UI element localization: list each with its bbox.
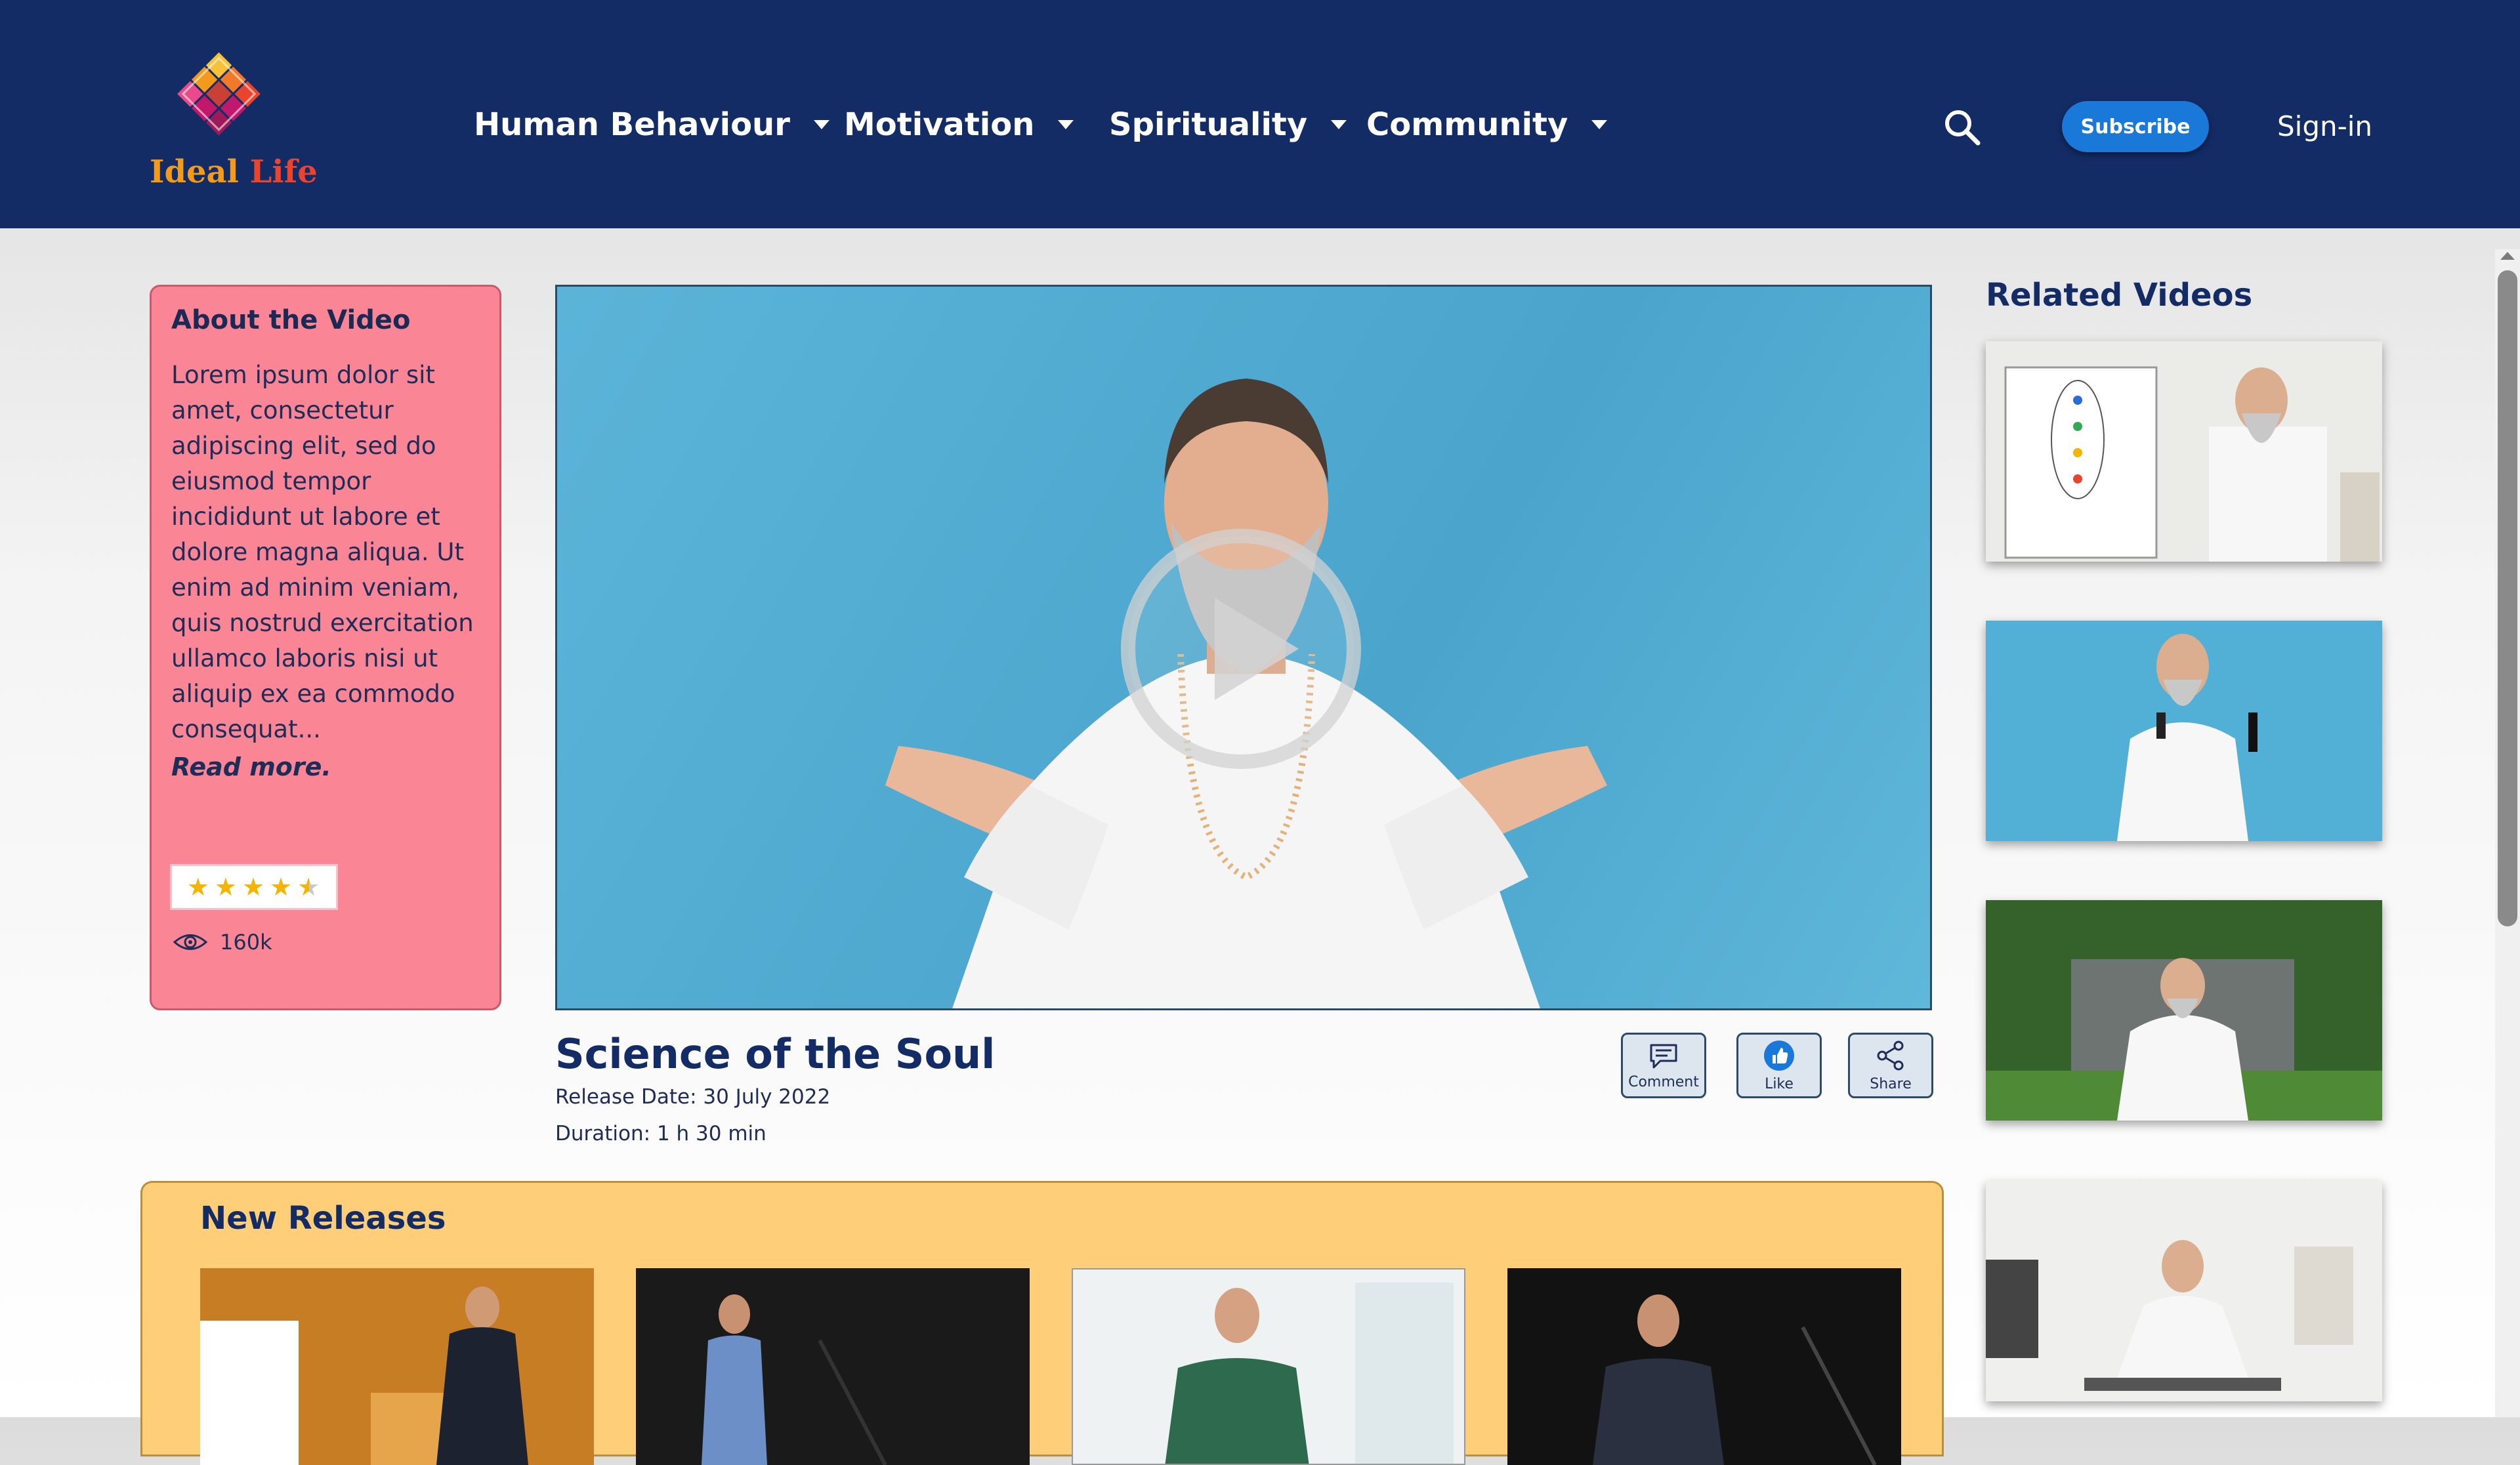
new-releases-heading: New Releases: [200, 1200, 446, 1237]
related-video-thumbnail[interactable]: [1986, 621, 2382, 841]
related-video-thumbnail[interactable]: [1986, 1181, 2382, 1401]
new-release-thumbnail[interactable]: [200, 1268, 594, 1465]
video-player[interactable]: [555, 285, 1932, 1010]
related-video-image: [1986, 1181, 2382, 1401]
comment-label: Comment: [1628, 1073, 1699, 1090]
scroll-up-arrow-icon[interactable]: [2500, 252, 2515, 260]
thumbs-up-icon: [1764, 1040, 1794, 1071]
related-video-thumbnail[interactable]: [1986, 900, 2382, 1121]
share-button[interactable]: Share: [1848, 1033, 1933, 1098]
video-title: Science of the Soul: [555, 1030, 996, 1078]
related-video-image: [1986, 341, 2382, 562]
nav-item-community[interactable]: Community: [1366, 106, 1608, 143]
brand-name: Ideal Life: [150, 154, 318, 190]
new-release-thumbnail[interactable]: [1072, 1268, 1465, 1465]
brand-word-ideal: Ideal: [150, 154, 239, 190]
top-navigation-bar: Ideal Life Human Behaviour Motivation Sp…: [0, 0, 2520, 228]
nav-label-motivation: Motivation: [844, 106, 1035, 143]
new-release-thumbnail[interactable]: [1507, 1268, 1901, 1465]
comment-button[interactable]: Comment: [1621, 1033, 1706, 1098]
share-label: Share: [1870, 1075, 1912, 1092]
eye-icon: [173, 934, 208, 950]
brand-logo[interactable]: Ideal Life: [150, 37, 318, 201]
duration: Duration: 1 h 30 min: [555, 1122, 766, 1145]
new-releases-section: New Releases: [140, 1181, 1944, 1465]
new-release-thumbnail[interactable]: [636, 1268, 1030, 1465]
share-icon: [1877, 1041, 1904, 1070]
caret-down-icon: [1591, 120, 1608, 129]
star-icon: ★: [242, 873, 266, 901]
read-more-link[interactable]: Read more.: [171, 753, 331, 781]
new-release-image: [200, 1268, 594, 1465]
play-icon[interactable]: [1116, 524, 1366, 774]
new-release-image: [1507, 1268, 1901, 1465]
comment-icon: [1650, 1044, 1677, 1068]
release-date: Release Date: 30 July 2022: [555, 1085, 831, 1109]
like-button[interactable]: Like: [1736, 1033, 1822, 1098]
about-video-card: About the Video Lorem ipsum dolor sit am…: [150, 285, 501, 1010]
nav-label-community: Community: [1366, 106, 1568, 143]
related-videos-heading: Related Videos: [1986, 277, 2253, 314]
search-icon[interactable]: [1942, 108, 1982, 147]
related-video-image: [1986, 621, 2382, 841]
endless-knot-logo-icon: [177, 52, 261, 136]
signin-link[interactable]: Sign-in: [2277, 110, 2372, 142]
view-count: 160k: [173, 930, 272, 955]
scrollbar-thumb[interactable]: [2498, 270, 2517, 926]
star-icon: ★: [270, 873, 294, 901]
nav-item-human-behaviour[interactable]: Human Behaviour: [474, 106, 830, 143]
nav-label-human-behaviour: Human Behaviour: [474, 106, 790, 143]
nav-item-spirituality[interactable]: Spirituality: [1109, 106, 1347, 143]
caret-down-icon: [813, 120, 830, 129]
star-icon: ★: [214, 873, 238, 901]
half-star-icon: ★: [297, 873, 322, 901]
subscribe-button[interactable]: Subscribe: [2062, 101, 2209, 152]
about-heading: About the Video: [171, 305, 411, 335]
star-icon: ★: [186, 873, 211, 901]
nav-item-motivation[interactable]: Motivation: [844, 106, 1074, 143]
about-description: Lorem ipsum dolor sit amet, consectetur …: [171, 361, 474, 743]
nav-label-spirituality: Spirituality: [1109, 106, 1308, 143]
star-rating: ★ ★ ★ ★ ★: [170, 864, 338, 910]
new-release-image: [1073, 1269, 1464, 1464]
caret-down-icon: [1331, 120, 1347, 129]
brand-word-life: Life: [249, 154, 318, 190]
related-video-image: [1986, 900, 2382, 1121]
view-count-value: 160k: [220, 930, 272, 955]
like-label: Like: [1765, 1075, 1794, 1092]
related-video-thumbnail[interactable]: [1986, 341, 2382, 562]
caret-down-icon: [1058, 120, 1074, 129]
new-release-image: [636, 1268, 1030, 1465]
